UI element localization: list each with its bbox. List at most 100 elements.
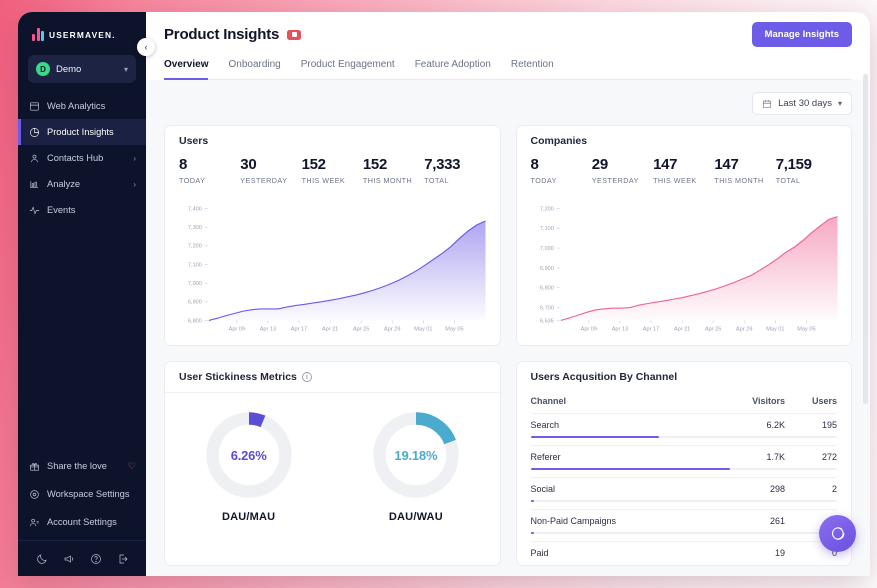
info-icon[interactable]: i: [301, 372, 312, 382]
table-row[interactable]: Paid 19 0: [530, 541, 837, 565]
sidebar-item-events[interactable]: Events: [18, 197, 146, 223]
svg-text:May 01: May 01: [414, 327, 432, 333]
account-icon: [28, 516, 40, 528]
cell-channel: Referer: [530, 452, 561, 462]
users-card: Users 8 TODAY 30 YESTERDAY 152 THIS WEEK: [164, 125, 501, 346]
logo-bars-icon: [32, 28, 44, 41]
brand-logo[interactable]: USERMAVEN.: [18, 12, 146, 53]
heart-icon: ♡: [127, 460, 136, 471]
companies-area-chart: 6,635 6,700 6,800 6,900 7,000 7,100 7,200 Apr 0…: [517, 195, 852, 345]
svg-text:Apr 29: Apr 29: [384, 327, 400, 333]
chevron-right-icon: ›: [133, 179, 136, 189]
metric-today: 8 TODAY: [531, 156, 592, 185]
metric-label: TODAY: [530, 176, 557, 185]
tab-retention[interactable]: Retention: [511, 59, 554, 80]
svg-text:6,900: 6,900: [188, 300, 202, 306]
date-range-selector[interactable]: Last 30 days ▾: [752, 92, 852, 115]
workspace-avatar: D: [36, 62, 50, 76]
video-icon[interactable]: [287, 29, 302, 40]
metric-total: 7,333 TOTAL: [424, 156, 485, 185]
svg-text:6,800: 6,800: [188, 318, 202, 324]
table-row[interactable]: Referer 1.7K 272: [530, 445, 837, 477]
calendar-icon: [763, 99, 772, 108]
svg-text:May 05: May 05: [445, 327, 463, 333]
svg-text:7,200: 7,200: [539, 206, 553, 212]
sidebar-item-label: Events: [47, 205, 76, 215]
main-content: Product Insights Manage Insights Overvie…: [146, 12, 870, 576]
sidebar-item-web-analytics[interactable]: Web Analytics: [18, 93, 146, 119]
tab-feature-adoption[interactable]: Feature Adoption: [415, 59, 491, 80]
table-row[interactable]: Social 298 2: [530, 477, 837, 509]
svg-text:6,700: 6,700: [539, 306, 553, 312]
metric-this-week: 147 THIS WEEK: [653, 156, 714, 185]
sidebar-item-contacts-hub[interactable]: Contacts Hub ›: [18, 145, 146, 171]
user-icon: [28, 152, 40, 164]
users-metrics: 8 TODAY 30 YESTERDAY 152 THIS WEEK 152 T…: [165, 156, 500, 195]
sidebar-item-workspace-settings[interactable]: Workspace Settings: [18, 480, 146, 508]
metric-yesterday: 30 YESTERDAY: [240, 156, 301, 185]
chat-icon: [832, 527, 845, 540]
cell-channel: Search: [530, 420, 560, 430]
donut-row: 6.26% DAU/MAU 19.18% DAU/WAU: [165, 392, 500, 523]
sidebar-item-account-settings[interactable]: Account Settings: [18, 508, 146, 536]
metric-value: 8: [179, 156, 188, 173]
svg-text:7,100: 7,100: [188, 262, 202, 268]
cell-users: 195: [821, 420, 837, 430]
tab-onboarding[interactable]: Onboarding: [228, 59, 280, 80]
megaphone-icon[interactable]: [63, 553, 75, 565]
sidebar-item-label: Analyze: [47, 179, 81, 189]
tab-overview[interactable]: Overview: [164, 59, 209, 80]
table-row[interactable]: Non-Paid Campaigns 261: [530, 509, 837, 541]
vertical-scrollbar[interactable]: [863, 74, 868, 404]
chevron-down-icon: ▾: [123, 64, 128, 74]
svg-text:7,200: 7,200: [188, 244, 202, 250]
companies-metrics: 8 TODAY 29 YESTERDAY 147 THIS WEEK 147 T…: [517, 156, 852, 195]
settings-icon: [28, 488, 40, 500]
help-icon[interactable]: [90, 553, 102, 565]
metric-value: 7,333: [424, 156, 461, 173]
donut-value: 6.26%: [230, 447, 267, 463]
sidebar-item-analyze[interactable]: Analyze ›: [18, 171, 146, 197]
cell-channel: Social: [530, 484, 556, 494]
metric-value: 147: [714, 156, 739, 173]
svg-text:Apr 09: Apr 09: [580, 327, 596, 333]
metric-this-month: 152 THIS MONTH: [363, 156, 424, 185]
metric-label: TODAY: [179, 176, 206, 185]
workspace-switcher[interactable]: D Demo ▾: [28, 55, 136, 83]
donut-dau-mau: 6.26% DAU/MAU: [165, 407, 332, 523]
date-range-label: Last 30 days: [778, 98, 832, 109]
users-area-chart: 6,800 6,900 7,000 7,100 7,200 7,300 7,400 Apr 0…: [165, 195, 500, 345]
tab-product-engagement[interactable]: Product Engagement: [301, 59, 395, 80]
svg-text:Apr 13: Apr 13: [260, 327, 276, 333]
row-bar-track: [530, 500, 837, 502]
manage-insights-button[interactable]: Manage Insights: [751, 22, 852, 47]
sidebar-item-product-insights[interactable]: Product Insights: [18, 119, 146, 145]
chat-support-button[interactable]: [819, 515, 856, 552]
metric-value: 147: [653, 156, 678, 173]
metric-this-week: 152 THIS WEEK: [302, 156, 363, 185]
svg-text:Apr 17: Apr 17: [291, 327, 307, 333]
table-row[interactable]: Search 6.2K 195: [530, 413, 837, 445]
svg-text:Apr 09: Apr 09: [229, 327, 245, 333]
svg-text:7,400: 7,400: [188, 206, 202, 212]
pie-chart-icon: [28, 126, 40, 138]
cell-channel: Non-Paid Campaigns: [530, 516, 617, 526]
sidebar-bottom-links: Share the love ♡ Workspace Settings Acco…: [18, 452, 146, 540]
row-bar-fill: [530, 500, 535, 502]
tab-bar: Overview Onboarding Product Engagement F…: [164, 59, 852, 80]
svg-text:7,100: 7,100: [539, 226, 553, 232]
svg-text:6,900: 6,900: [539, 266, 553, 272]
donut-label: DAU/WAU: [388, 511, 443, 523]
metric-value: 7,159: [775, 156, 812, 173]
donut-value: 19.18%: [394, 447, 438, 463]
logout-icon[interactable]: [117, 553, 129, 565]
metric-label: TOTAL: [775, 176, 801, 185]
svg-text:May 01: May 01: [766, 327, 784, 333]
svg-text:Apr 21: Apr 21: [322, 327, 338, 333]
sidebar-collapse-icon[interactable]: ‹: [137, 38, 155, 56]
sidebar-item-share-the-love[interactable]: Share the love ♡: [18, 452, 146, 480]
page-title: Product Insights: [164, 26, 280, 43]
moon-icon[interactable]: [36, 553, 48, 565]
browser-icon: [28, 100, 40, 112]
